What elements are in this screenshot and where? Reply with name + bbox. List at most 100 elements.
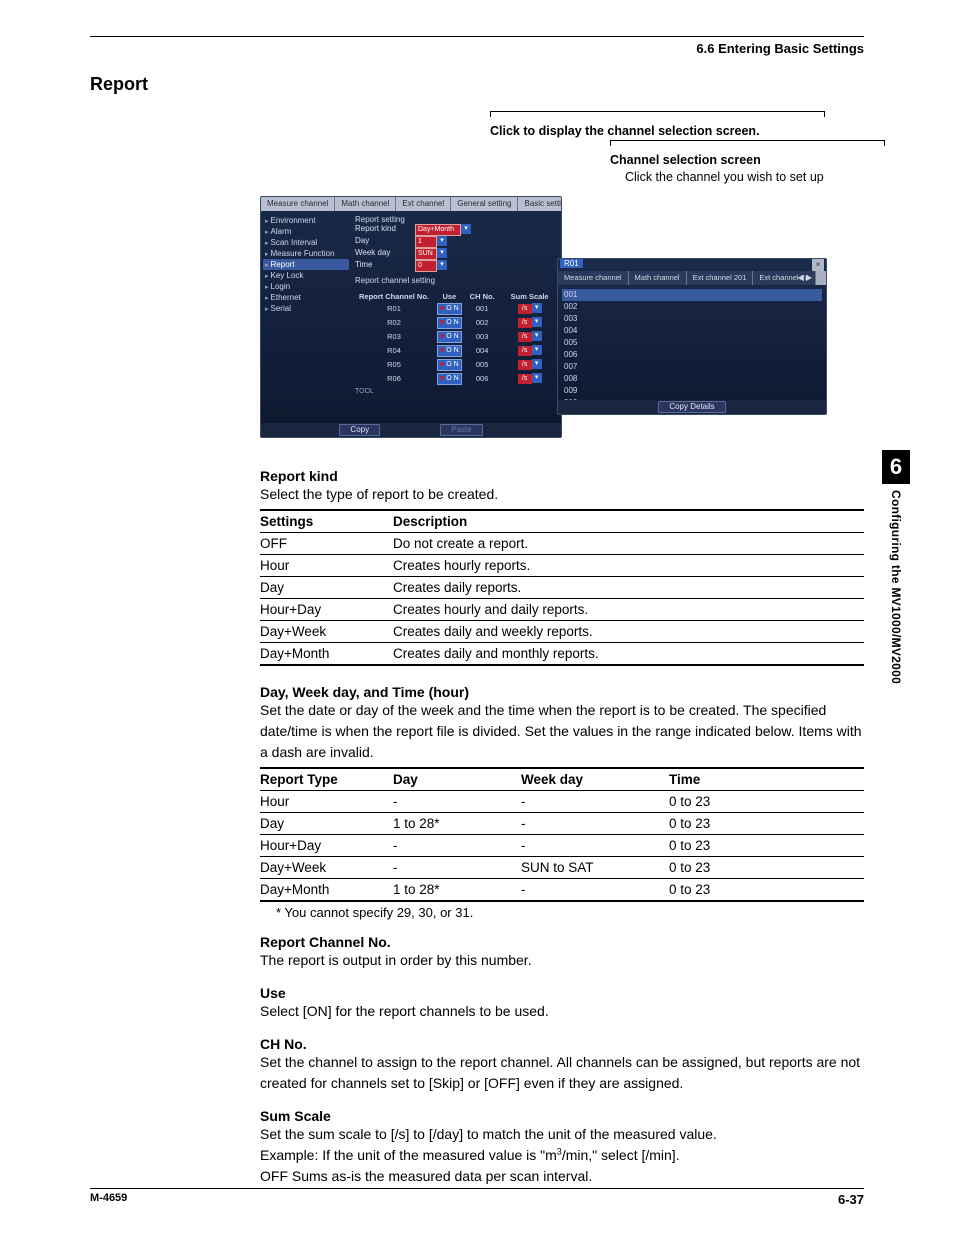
channel-row[interactable]: 003 [562, 313, 822, 325]
channel-row[interactable]: 001 [562, 289, 822, 301]
table-row: Day+MonthCreates daily and monthly repor… [260, 642, 864, 665]
copy-button[interactable]: Copy [339, 424, 380, 436]
chapter-number: 6 [882, 450, 910, 484]
report-channel-setting-heading: Report channel setting [355, 276, 557, 285]
sidebar-report[interactable]: Report [263, 259, 349, 270]
dropdown-icon[interactable]: ▾ [532, 373, 542, 383]
report-channel-table: Report Channel No. Use CH No. Sum Scale … [355, 291, 553, 386]
sidebar-ethernet[interactable]: Ethernet [263, 292, 349, 303]
screenshot-channel-dialog: R01 × Measure channel Math channel Ext c… [557, 258, 827, 415]
table-row: R06O N006/s▾ [355, 372, 553, 386]
table-row: Hour+DayCreates hourly and daily reports… [260, 598, 864, 620]
tab-measure[interactable]: Measure channel [558, 271, 629, 285]
dropdown-icon[interactable]: ▾ [461, 224, 471, 234]
dwt-desc: Set the date or day of the week and the … [260, 700, 864, 763]
screenshot-main-window: Measure channel Math channel Ext channel… [260, 196, 562, 438]
table-row: OFFDo not create a report. [260, 532, 864, 554]
channel-row[interactable]: 007 [562, 361, 822, 373]
table-row: HourCreates hourly reports. [260, 554, 864, 576]
dwt-table: Report Type Day Week day Time Hour--0 to… [260, 767, 864, 902]
field-weekday-label: Week day [355, 248, 415, 257]
report-kind-desc: Select the type of report to be created. [260, 484, 864, 505]
report-kind-table: Settings Description OFFDo not create a … [260, 509, 864, 666]
dropdown-icon[interactable]: ▾ [437, 248, 447, 258]
chno-desc: Set the channel to assign to the report … [260, 1052, 864, 1094]
paste-button[interactable]: Paste [440, 424, 482, 436]
field-report-kind[interactable]: Day+Month [415, 224, 461, 236]
use-toggle[interactable]: O N [437, 303, 462, 315]
sum-select[interactable]: /s [518, 360, 532, 370]
use-desc: Select [ON] for the report channels to b… [260, 1001, 864, 1022]
copy-details-button[interactable]: Copy Details [658, 401, 725, 413]
tab-ext201[interactable]: Ext channel 201 [687, 271, 754, 285]
tab-measure[interactable]: Measure channel [261, 197, 335, 211]
field-day[interactable]: 1 [415, 236, 437, 248]
chapter-title: Configuring the MV1000/MV2000 [889, 490, 903, 684]
channel-row[interactable]: 004 [562, 325, 822, 337]
sumscale-desc2: Example: If the unit of the measured val… [260, 1145, 864, 1166]
channel-row[interactable]: 008 [562, 373, 822, 385]
table-row: R02O N002/s▾ [355, 316, 553, 330]
dropdown-icon[interactable]: ▾ [532, 303, 542, 313]
channel-row[interactable]: 009 [562, 385, 822, 397]
use-toggle[interactable]: O N [437, 331, 462, 343]
channel-row[interactable]: 002 [562, 301, 822, 313]
sum-select[interactable]: /s [518, 346, 532, 356]
tab-nav-arrows[interactable]: ◀ ▶ [797, 273, 812, 282]
sidebar-measure-fn[interactable]: Measure Function [263, 248, 349, 259]
table-row: R04O N004/s▾ [355, 344, 553, 358]
dwt-footnote: * You cannot specify 29, 30, or 31. [276, 905, 864, 920]
sidebar-serial[interactable]: Serial [263, 303, 349, 314]
dialog-title: R01 [560, 259, 583, 268]
table-row: R01O N001/s▾ [355, 302, 553, 316]
use-toggle[interactable]: O N [437, 359, 462, 371]
sumscale-desc3: OFF Sums as-is the measured data per sca… [260, 1166, 864, 1187]
sum-select[interactable]: /s [518, 374, 532, 384]
dropdown-icon[interactable]: ▾ [532, 359, 542, 369]
sum-select[interactable]: /s [518, 318, 532, 328]
use-toggle[interactable]: O N [437, 373, 462, 385]
annotation-1: Click to display the channel selection s… [490, 123, 864, 140]
sidebar-environment[interactable]: Environment [263, 215, 349, 226]
tab-math[interactable]: Math channel [629, 271, 687, 285]
dropdown-icon[interactable]: ▾ [437, 260, 447, 270]
dropdown-icon[interactable]: ▾ [532, 331, 542, 341]
sumscale-desc1: Set the sum scale to [/s] to [/day] to m… [260, 1124, 864, 1145]
close-icon[interactable]: × [812, 259, 824, 271]
channel-row[interactable]: 005 [562, 337, 822, 349]
tab-basic[interactable]: Basic setting [518, 197, 562, 211]
screenshot-area: Measure channel Math channel Ext channel… [260, 190, 864, 450]
field-time[interactable]: 0 [415, 260, 437, 272]
use-toggle[interactable]: O N [437, 317, 462, 329]
table-row: Day+Month1 to 28*-0 to 23 [260, 878, 864, 901]
field-weekday[interactable]: SUN [415, 248, 437, 260]
side-tab: 6 Configuring the MV1000/MV2000 [882, 450, 910, 684]
col-rcn: Report Channel No. [355, 291, 433, 302]
page-title: Report [90, 74, 864, 95]
sidebar-alarm[interactable]: Alarm [263, 226, 349, 237]
dropdown-icon[interactable]: ▾ [532, 317, 542, 327]
subhead-dwt: Day, Week day, and Time (hour) [260, 684, 864, 700]
tab-general[interactable]: General setting [451, 197, 518, 211]
table-row: R03O N003/s▾ [355, 330, 553, 344]
sidebar-scan[interactable]: Scan Interval [263, 237, 349, 248]
subhead-use: Use [260, 985, 864, 1001]
col-chno: CH No. [466, 291, 499, 302]
footer-page-number: 6-37 [838, 1192, 864, 1207]
sidebar-login[interactable]: Login [263, 281, 349, 292]
sum-select[interactable]: /s [518, 304, 532, 314]
tab-math[interactable]: Math channel [335, 197, 396, 211]
channel-row[interactable]: 006 [562, 349, 822, 361]
sidebar-keylock[interactable]: Key Lock [263, 270, 349, 281]
table-row: Hour--0 to 23 [260, 790, 864, 812]
sum-select[interactable]: /s [518, 332, 532, 342]
field-report-kind-label: Report kind [355, 224, 415, 233]
tab-ext[interactable]: Ext channel [396, 197, 451, 211]
use-toggle[interactable]: O N [437, 345, 462, 357]
dropdown-icon[interactable]: ▾ [437, 236, 447, 246]
table-row: Day1 to 28*-0 to 23 [260, 812, 864, 834]
subhead-sumscale: Sum Scale [260, 1108, 864, 1124]
dropdown-icon[interactable]: ▾ [532, 345, 542, 355]
table-row: DayCreates daily reports. [260, 576, 864, 598]
tool-label: TOOL [355, 388, 557, 395]
